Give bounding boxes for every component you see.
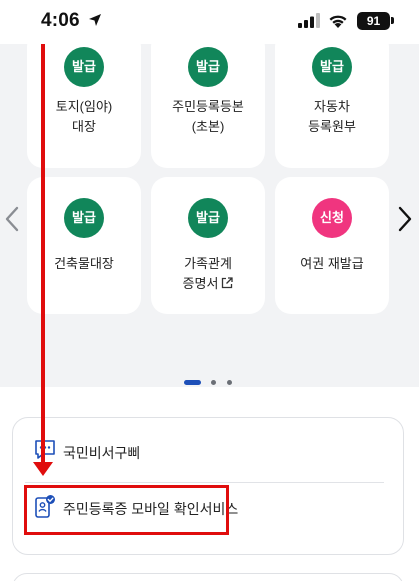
- pager-dot-active[interactable]: [184, 380, 201, 385]
- battery-tip: [391, 17, 394, 24]
- wifi-icon: [329, 15, 347, 28]
- chat-bubble-icon: [35, 440, 55, 459]
- service-card-vehicle-register[interactable]: 발급 자동차 등록원부: [275, 31, 389, 168]
- status-bar: 4:06 91: [0, 0, 419, 44]
- service-card-resident-registration[interactable]: 발급 주민등록등본 (초본): [151, 31, 265, 168]
- pager-dot[interactable]: [227, 380, 232, 385]
- apply-badge: 신청: [312, 198, 352, 238]
- service-card-family-certificate[interactable]: 발급 가족관계 증명서: [151, 177, 265, 314]
- chevron-right-icon[interactable]: [396, 206, 414, 232]
- status-time: 4:06: [41, 10, 80, 31]
- annotation-highlight-box: [24, 485, 229, 535]
- next-section-card: [12, 573, 404, 581]
- annotation-arrow-line: [41, 44, 45, 464]
- issue-badge: 발급: [64, 47, 104, 87]
- service-label: 주민등록등본 (초본): [172, 99, 244, 134]
- annotation-arrow-head: [33, 462, 53, 476]
- issue-badge: 발급: [312, 47, 352, 87]
- service-label: 자동차 등록원부: [308, 99, 356, 134]
- location-arrow-icon: [89, 14, 101, 26]
- external-link-icon: [222, 277, 234, 289]
- issue-badge: 발급: [64, 198, 104, 238]
- pager-dot[interactable]: [211, 380, 216, 385]
- service-label: 가족관계 증명서: [182, 256, 234, 291]
- service-card-passport-reissue[interactable]: 신청 여권 재발급: [275, 177, 389, 314]
- service-carousel: 발급 토지(임야) 대장 발급 주민등록등본 (초본) 발급 자동차 등록원부 …: [0, 31, 419, 387]
- battery-icon: 91: [357, 12, 390, 30]
- chevron-left-icon[interactable]: [3, 206, 21, 232]
- menu-item-label: 국민비서구삐: [63, 445, 141, 461]
- issue-badge: 발급: [188, 47, 228, 87]
- service-label: 여권 재발급: [300, 256, 364, 271]
- menu-divider: [25, 482, 384, 483]
- issue-badge: 발급: [188, 198, 228, 238]
- cellular-signal-icon: [298, 13, 320, 28]
